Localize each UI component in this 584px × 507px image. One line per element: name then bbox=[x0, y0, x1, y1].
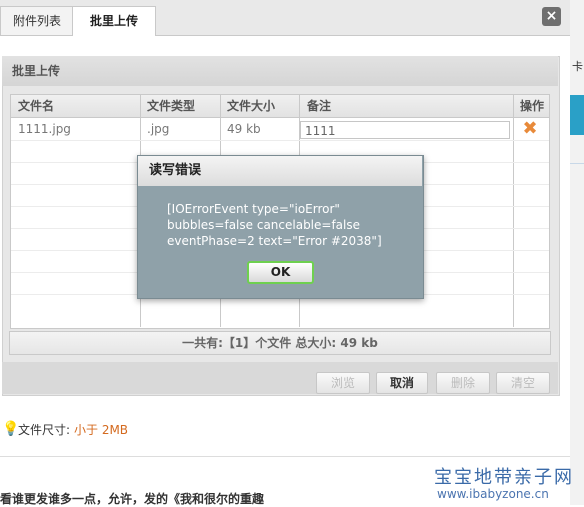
column-header-action: 操作 bbox=[520, 99, 545, 113]
error-modal-title: 读写错误 bbox=[138, 156, 422, 186]
background-strip bbox=[570, 0, 584, 505]
row-filesize: 49 kb bbox=[227, 122, 261, 136]
delete-button[interactable]: 删除 bbox=[436, 372, 490, 394]
column-divider bbox=[513, 95, 514, 327]
row-note-input[interactable]: 1111 bbox=[300, 121, 510, 139]
panel-title: 批里上传 bbox=[2, 56, 558, 86]
column-header-note: 备注 bbox=[307, 99, 332, 113]
grid-header bbox=[11, 95, 549, 118]
background-blue-block bbox=[570, 95, 584, 135]
background-post-text: 看谁更发谁多一点，允许，发的《我和很尔的重趣 bbox=[0, 492, 265, 506]
watermark-title: 宝宝地带亲子网 bbox=[434, 467, 574, 488]
file-size-label: 文件尺寸: bbox=[18, 423, 71, 437]
close-icon[interactable]: × bbox=[542, 7, 561, 26]
tab-attachment-list[interactable]: 附件列表 bbox=[0, 6, 74, 35]
cancel-button[interactable]: 取消 bbox=[376, 372, 428, 394]
watermark-url: www.ibabyzone.cn bbox=[437, 487, 549, 501]
row-filetype: .jpg bbox=[147, 122, 170, 136]
tab-batch-upload[interactable]: 批里上传 bbox=[72, 6, 156, 36]
delete-x-icon[interactable]: ✖ bbox=[521, 120, 539, 138]
error-message: [IOErrorEvent type="ioError" bubbles=fal… bbox=[167, 202, 382, 248]
column-header-filetype: 文件类型 bbox=[147, 99, 196, 113]
background-divider bbox=[570, 163, 584, 164]
column-header-filename: 文件名 bbox=[18, 99, 55, 113]
row-filename: 1111.jpg bbox=[18, 122, 71, 136]
lightbulb-icon: 💡 bbox=[2, 421, 20, 437]
ok-button[interactable]: OK bbox=[247, 261, 314, 284]
row-divider bbox=[11, 140, 549, 141]
browse-button[interactable]: 浏览 bbox=[316, 372, 370, 394]
column-header-filesize: 文件大小 bbox=[227, 99, 276, 113]
background-letter: 卡 bbox=[572, 60, 583, 73]
file-summary: 一共有:【1】个文件 总大小: 49 kb bbox=[9, 331, 551, 355]
file-size-limit: 小于 2MB bbox=[74, 423, 129, 437]
clear-button[interactable]: 清空 bbox=[496, 372, 550, 394]
